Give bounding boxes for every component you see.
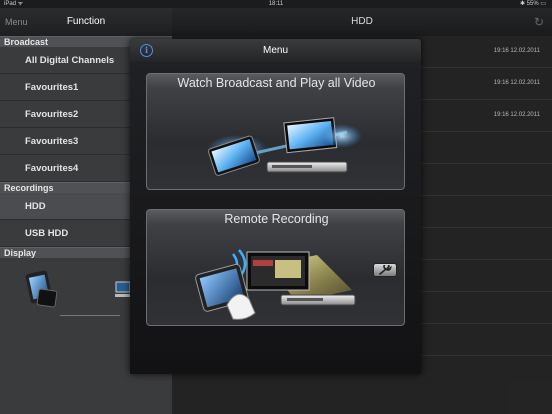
clock: 18:11	[268, 1, 284, 7]
tablet-display-icon[interactable]	[24, 270, 60, 310]
watch-broadcast-label: Watch Broadcast and Play all Video	[177, 76, 376, 90]
recording-date: 19:16 12.02.2011	[493, 48, 540, 54]
function-title: Function	[66, 16, 106, 27]
hdd-nav-bar: HDD ↻	[172, 8, 552, 36]
watch-broadcast-button[interactable]: Watch Broadcast and Play all Video	[146, 73, 405, 190]
remote-recording-label: Remote Recording	[224, 212, 329, 226]
status-bar: iPad ᯤ 18:11 ✱ 55% ▭	[0, 0, 552, 8]
battery-indicator: ✱ 55% ▭	[519, 1, 546, 7]
menu-popover-body: Watch Broadcast and Play all Video Remot…	[130, 62, 421, 374]
watch-broadcast-illustration	[207, 117, 362, 176]
wrench-icon[interactable]	[373, 263, 397, 277]
function-nav-bar: Menu Function	[0, 8, 172, 36]
refresh-icon[interactable]: ↻	[534, 8, 544, 36]
hdd-title: HDD	[351, 16, 373, 27]
menu-title: Menu	[262, 45, 288, 56]
display-divider	[60, 315, 120, 316]
menu-popover: i Menu Watch Broadcast and Play all Vide…	[130, 39, 421, 374]
info-icon[interactable]: i	[140, 44, 153, 57]
remote-recording-button[interactable]: Remote Recording	[146, 209, 405, 326]
remote-recording-illustration	[195, 249, 356, 320]
recording-date: 19:16 12.02.2011	[493, 112, 540, 118]
recording-date: 19:16 12.02.2011	[493, 80, 540, 86]
menu-popover-header: i Menu	[130, 39, 421, 62]
